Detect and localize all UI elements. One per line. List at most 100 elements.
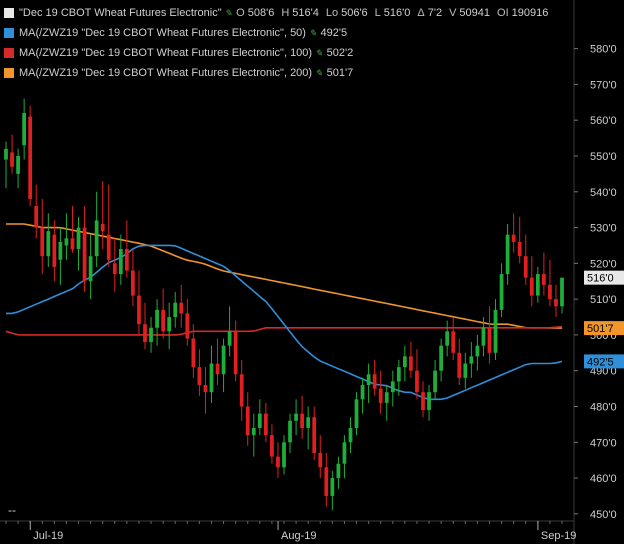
candle: [276, 442, 280, 479]
last-price-tag: 516'0: [584, 270, 624, 285]
candle-body: [64, 238, 69, 246]
candle-body: [10, 152, 14, 167]
candle-body: [541, 274, 546, 285]
candle: [535, 266, 540, 303]
candle: [523, 234, 528, 285]
candle: [185, 299, 190, 346]
candle: [270, 424, 274, 464]
candle-body: [179, 302, 184, 314]
pencil-icon[interactable]: ✎: [315, 63, 323, 83]
candle: [457, 338, 462, 386]
candle-body: [409, 356, 413, 371]
candle-body: [70, 238, 75, 250]
candle-body: [149, 327, 153, 343]
legend-ma50[interactable]: MA(/ZWZ19 "Dec 19 CBOT Wheat Futures Ele…: [4, 23, 555, 43]
candle-body: [191, 338, 196, 368]
ma100-line: [5, 325, 563, 336]
candle: [541, 252, 546, 296]
candle: [433, 359, 437, 400]
collapse-button[interactable]: --: [8, 503, 16, 517]
candle: [131, 249, 135, 307]
candle: [372, 359, 377, 396]
quote-value: 50941: [459, 7, 491, 19]
candle: [409, 342, 413, 378]
candle-body: [517, 241, 522, 257]
y-tick-label: 550'0: [590, 151, 617, 163]
candle: [106, 184, 111, 267]
quote-key: OI: [497, 7, 509, 19]
moving-average-lines: [5, 223, 563, 401]
quote-key: L: [374, 7, 381, 19]
candle: [124, 220, 129, 278]
candle: [34, 184, 39, 239]
candle: [203, 367, 208, 414]
candle: [560, 277, 564, 314]
candle: [221, 338, 226, 393]
y-tick-label: 470'0: [590, 437, 617, 449]
candle-body: [487, 327, 492, 353]
candle-body: [118, 249, 123, 275]
quote-item: H 516'4: [281, 7, 319, 19]
candle: [143, 302, 147, 350]
y-tick-label: 560'0: [590, 115, 617, 127]
candle-body: [100, 223, 105, 232]
pencil-icon[interactable]: ✎: [225, 3, 233, 23]
candle: [348, 417, 353, 454]
candlestick-series: [4, 98, 564, 511]
candle-body: [197, 367, 202, 386]
candle-body: [203, 385, 208, 393]
ma100-label: MA(/ZWZ19 "Dec 19 CBOT Wheat Futures Ele…: [19, 47, 313, 59]
candle-body: [427, 392, 431, 411]
candle: [88, 234, 93, 300]
date-axis: Jul-19Aug-19Sep-19Oct-19: [0, 520, 576, 542]
candle: [378, 370, 383, 414]
legend-ma100[interactable]: MA(/ZWZ19 "Dec 19 CBOT Wheat Futures Ele…: [4, 43, 555, 63]
candle-body: [548, 284, 552, 300]
candle-body: [239, 374, 244, 407]
candle-body: [457, 352, 462, 378]
y-tick-label: 530'0: [590, 223, 617, 235]
pencil-icon[interactable]: ✎: [315, 43, 323, 63]
candle: [209, 345, 214, 403]
candle: [318, 435, 323, 479]
candle: [366, 363, 371, 403]
candle-body: [40, 227, 45, 257]
quote-item: O 508'6: [236, 7, 274, 19]
pencil-icon[interactable]: ✎: [309, 23, 317, 43]
price-tags: 516'0 501'7 492'5: [584, 270, 624, 369]
candle: [239, 359, 244, 421]
y-tick-label: 540'0: [590, 187, 617, 199]
candle: [155, 299, 159, 346]
candle: [197, 349, 202, 396]
ma100-value: 502'2: [326, 47, 354, 59]
y-tick-label: 580'0: [590, 44, 617, 56]
candle-body: [4, 148, 8, 160]
candle-body: [233, 331, 238, 375]
candle: [390, 370, 395, 407]
candle-body: [28, 116, 33, 199]
candle: [415, 349, 419, 400]
ma200-label: MA(/ZWZ19 "Dec 19 CBOT Wheat Futures Ele…: [19, 67, 313, 79]
candle: [149, 317, 153, 353]
candle: [58, 227, 63, 285]
quote-item: V 50941: [449, 7, 490, 19]
x-tick-label: Aug-19: [281, 530, 316, 542]
candle-body: [270, 435, 274, 457]
candle-body: [52, 234, 57, 267]
legend-main[interactable]: "Dec 19 CBOT Wheat Futures Electronic" ✎…: [4, 3, 555, 23]
candle: [517, 216, 522, 264]
quote-key: H: [281, 7, 290, 19]
candle: [475, 334, 480, 371]
candle-body: [306, 417, 311, 428]
candle-body: [463, 363, 468, 378]
ma50-swatch: [4, 28, 14, 38]
candle: [342, 435, 347, 479]
candle-body: [143, 324, 147, 343]
candle-body: [209, 363, 214, 393]
candle-body: [336, 463, 341, 479]
candle: [233, 320, 238, 382]
candle: [427, 385, 431, 421]
candle: [511, 213, 516, 253]
candle-body: [167, 317, 172, 332]
legend-ma200[interactable]: MA(/ZWZ19 "Dec 19 CBOT Wheat Futures Ele…: [4, 63, 555, 83]
